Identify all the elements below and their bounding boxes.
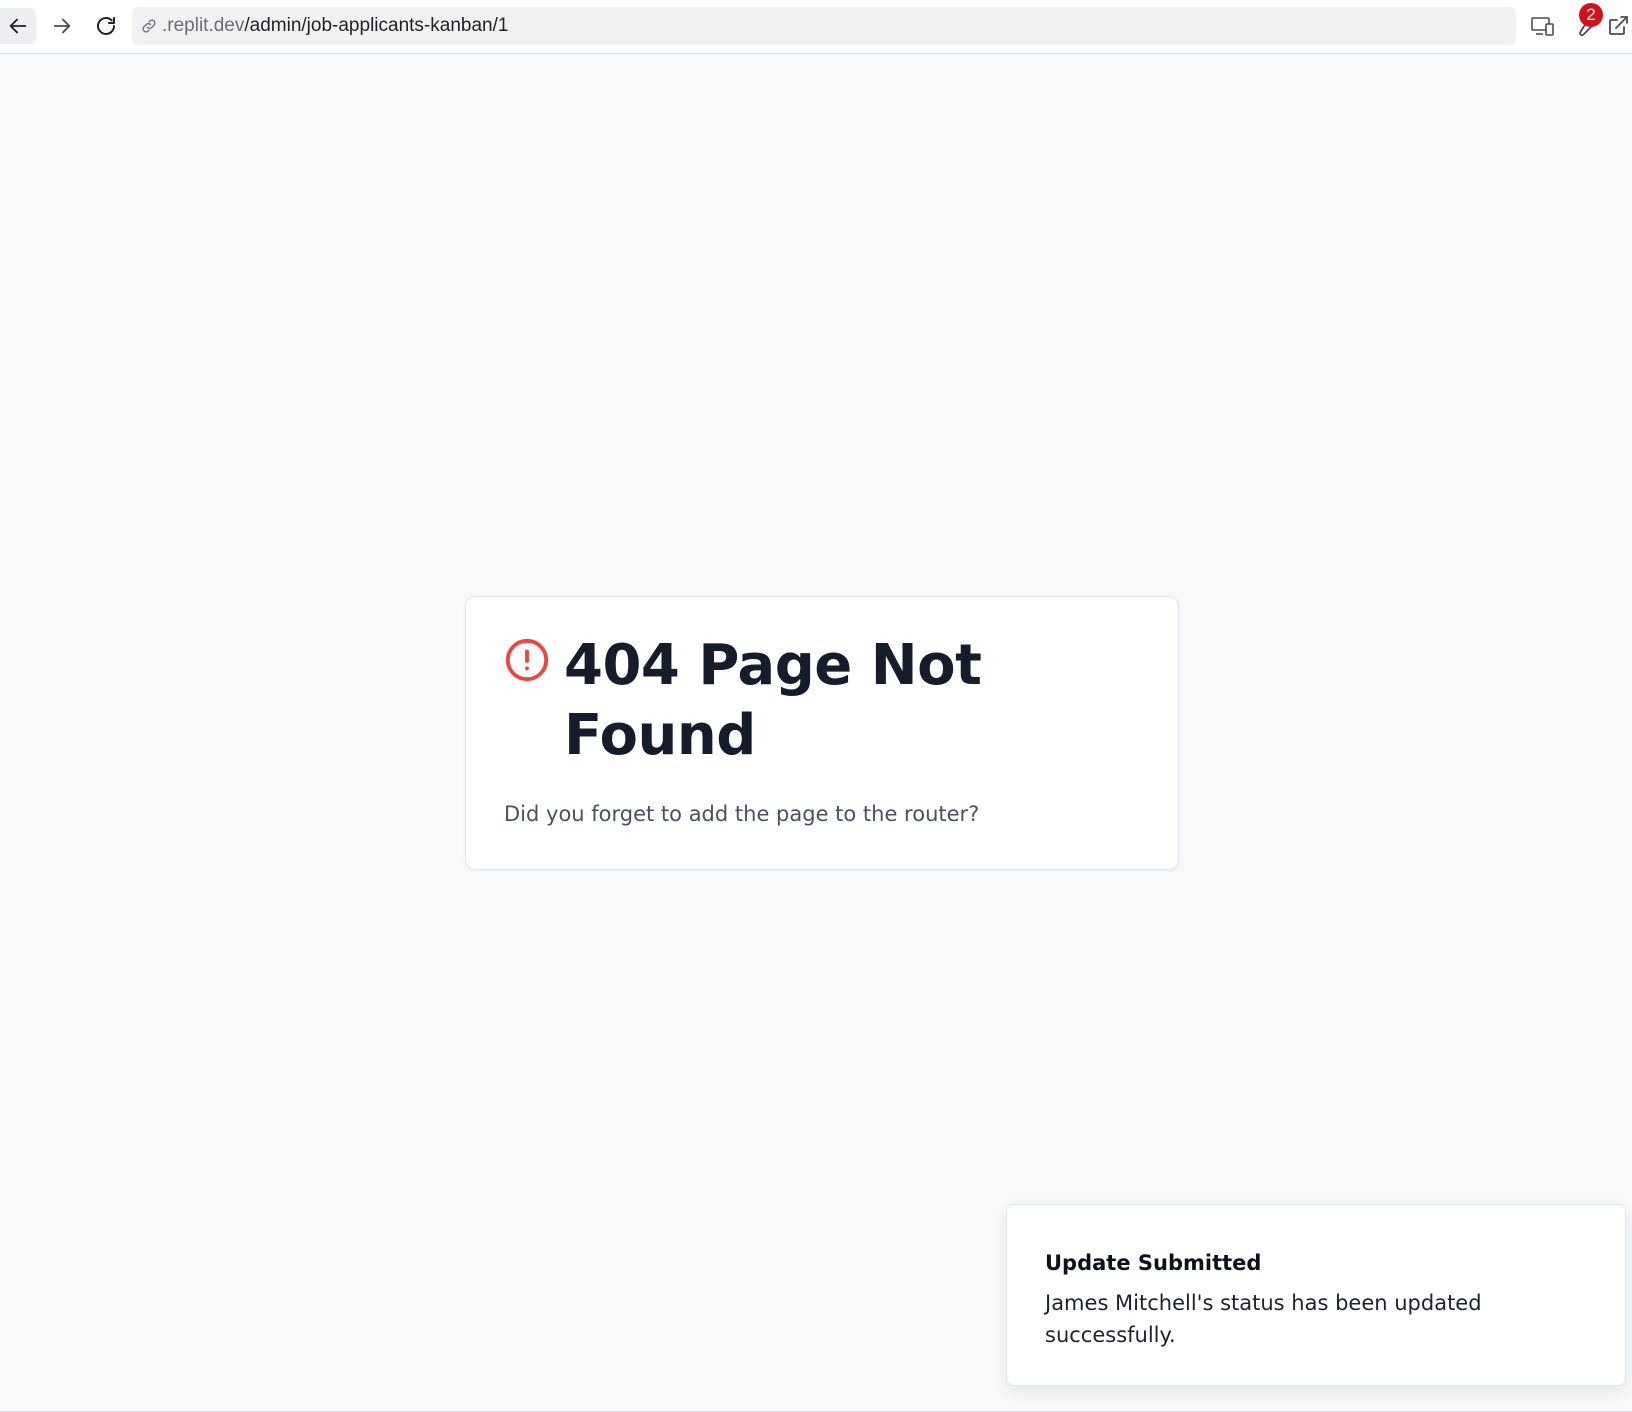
alert-circle-icon <box>505 638 549 682</box>
toast-notification[interactable]: Update Submitted James Mitchell's status… <box>1006 1204 1626 1386</box>
back-button[interactable] <box>0 8 36 44</box>
devices-button[interactable] <box>1526 9 1560 43</box>
address-bar[interactable]: .replit.dev/admin/job-applicants-kanban/… <box>132 7 1516 45</box>
open-external-icon <box>1609 16 1628 35</box>
toast-title: Update Submitted <box>1045 1251 1262 1275</box>
devices-icon <box>1531 17 1554 36</box>
not-found-message: Did you forget to add the page to the ro… <box>504 802 980 826</box>
toast-description: James Mitchell's status has been updated… <box>1045 1291 1482 1347</box>
arrow-right-icon <box>53 18 71 34</box>
notification-badge: 2 <box>1579 3 1603 27</box>
reload-button[interactable] <box>88 8 124 44</box>
browser-toolbar: .replit.dev/admin/job-applicants-kanban/… <box>0 0 1632 54</box>
open-external-button[interactable] <box>1606 9 1632 43</box>
url-domain: .replit.dev <box>162 15 245 36</box>
not-found-card: 404 Page Not Found Did you forget to add… <box>465 596 1179 870</box>
reload-icon <box>97 17 115 35</box>
arrow-left-icon <box>9 18 27 34</box>
link-icon <box>140 16 160 36</box>
forward-button[interactable] <box>44 8 80 44</box>
page-title: 404 Page Not Found <box>564 633 982 768</box>
url-path: /admin/job-applicants-kanban/1 <box>244 15 509 36</box>
